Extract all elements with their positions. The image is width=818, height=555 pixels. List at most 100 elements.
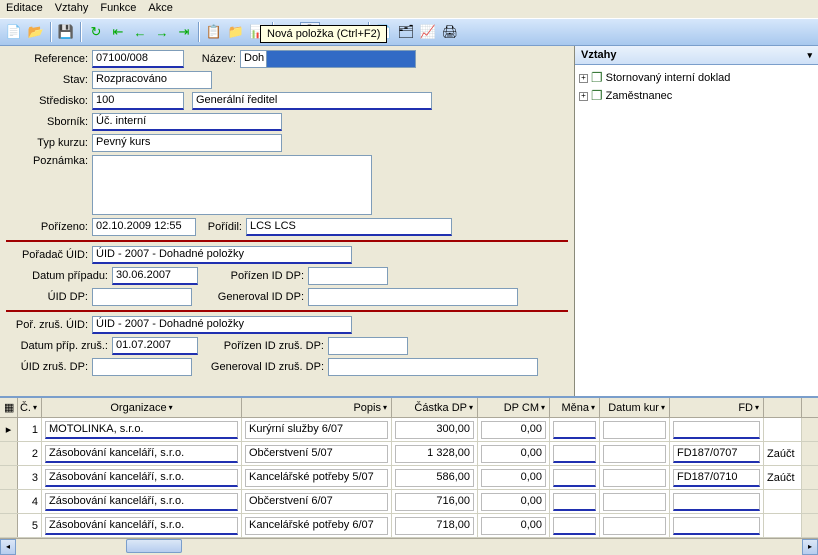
cell-castka[interactable]: 1 328,00 — [392, 442, 478, 465]
cell-castka[interactable]: 300,00 — [392, 418, 478, 441]
col-dpcm[interactable]: DP CM▾ — [478, 398, 550, 417]
cell-datk[interactable] — [600, 490, 670, 513]
cell-mena[interactable] — [550, 466, 600, 489]
cell-popis[interactable]: Kancelářské potřeby 6/07 — [242, 514, 392, 537]
cell-datk[interactable] — [600, 466, 670, 489]
grid-corner[interactable]: ▦ — [0, 398, 18, 417]
stredisko-input[interactable]: 100 — [92, 92, 184, 110]
cell-popis[interactable]: Kancelářské potřeby 5/07 — [242, 466, 392, 489]
refresh-icon[interactable]: ↻ — [86, 22, 106, 42]
cell-org[interactable]: Zásobování kanceláří, s.r.o. — [42, 514, 242, 537]
menu-funkce[interactable]: Funkce — [100, 2, 136, 16]
poridil-input[interactable]: LCS LCS — [246, 218, 452, 236]
scroll-left-icon[interactable]: ◂ — [0, 539, 16, 555]
cell-datk[interactable] — [600, 514, 670, 537]
stav-input[interactable]: Rozpracováno — [92, 71, 212, 89]
cell-castka[interactable]: 716,00 — [392, 490, 478, 513]
menu-vztahy[interactable]: Vztahy — [55, 2, 89, 16]
cell-dpcm[interactable]: 0,00 — [478, 490, 550, 513]
first-icon[interactable]: ⇤ — [108, 22, 128, 42]
prev-icon[interactable]: ← — [130, 22, 150, 42]
cell-dpcm[interactable]: 0,00 — [478, 466, 550, 489]
gen-input[interactable] — [308, 288, 518, 306]
save-icon[interactable]: 💾 — [56, 22, 76, 42]
cell-dpcm[interactable]: 0,00 — [478, 514, 550, 537]
uidzrus-input[interactable] — [92, 358, 192, 376]
porizeno-input[interactable]: 02.10.2009 12:55 — [92, 218, 196, 236]
table-row[interactable]: 5Zásobování kanceláří, s.r.o.Kancelářské… — [0, 514, 818, 538]
cell-popis[interactable]: Kurýrní služby 6/07 — [242, 418, 392, 441]
chart2-icon[interactable]: 📈 — [418, 22, 438, 42]
cell-mena[interactable] — [550, 490, 600, 513]
datzrus-input[interactable]: 01.07.2007 — [112, 337, 198, 355]
cell-datk[interactable] — [600, 418, 670, 441]
row-handle[interactable] — [0, 466, 18, 489]
sbornik-input[interactable]: Úč. interní — [92, 113, 282, 131]
tree-item-storno[interactable]: + ❐ Stornovaný interní doklad — [579, 69, 814, 87]
table-row[interactable]: 2Zásobování kanceláří, s.r.o.Občerstvení… — [0, 442, 818, 466]
cell-fd[interactable] — [670, 490, 764, 513]
cell-datk[interactable] — [600, 442, 670, 465]
col-popis[interactable]: Popis▾ — [242, 398, 392, 417]
porzrus-input[interactable]: ÚID - 2007 - Dohadné položky — [92, 316, 352, 334]
col-org[interactable]: Organizace▾ — [42, 398, 242, 417]
cell-fd[interactable]: FD187/0707 — [670, 442, 764, 465]
cell-org[interactable]: Zásobování kanceláří, s.r.o. — [42, 442, 242, 465]
relations-header[interactable]: Vztahy ▾ — [575, 46, 818, 65]
next-icon[interactable]: → — [152, 22, 172, 42]
grid-scroll-up[interactable] — [802, 398, 818, 417]
col-castka[interactable]: Částka DP▾ — [392, 398, 478, 417]
menu-editace[interactable]: Editace — [6, 2, 43, 16]
table-row[interactable]: ▸1MOTOLINKA, s.r.o.Kurýrní služby 6/0730… — [0, 418, 818, 442]
genzrus-input[interactable] — [328, 358, 538, 376]
expand-icon[interactable]: + — [579, 92, 588, 101]
table-row[interactable]: 4Zásobování kanceláří, s.r.o.Občerstvení… — [0, 490, 818, 514]
scroll-right-icon[interactable]: ▸ — [802, 539, 818, 555]
row-handle[interactable] — [0, 490, 18, 513]
cell-org[interactable]: MOTOLINKA, s.r.o. — [42, 418, 242, 441]
cell-mena[interactable] — [550, 442, 600, 465]
cell-castka[interactable]: 718,00 — [392, 514, 478, 537]
grid-hscroll[interactable]: ◂ ▸ — [0, 538, 818, 554]
table-row[interactable]: 3Zásobování kanceláří, s.r.o.Kancelářské… — [0, 466, 818, 490]
chevron-down-icon[interactable]: ▾ — [807, 50, 812, 61]
cell-fd[interactable] — [670, 418, 764, 441]
cell-popis[interactable]: Občerstvení 6/07 — [242, 490, 392, 513]
last-icon[interactable]: ⇥ — [174, 22, 194, 42]
scroll-thumb[interactable] — [126, 539, 182, 553]
row-handle[interactable] — [0, 442, 18, 465]
nazev-input-selected[interactable] — [266, 50, 416, 68]
tree-item-zamest[interactable]: + ❐ Zaměstnanec — [579, 87, 814, 105]
folder-icon[interactable]: 📁 — [226, 22, 246, 42]
open-icon[interactable]: 📂 — [26, 22, 46, 42]
row-handle[interactable]: ▸ — [0, 418, 18, 441]
stredisko-text[interactable]: Generální ředitel — [192, 92, 432, 110]
print-icon[interactable]: 🖨 — [440, 22, 460, 42]
folder2-icon[interactable]: 🗂 — [396, 22, 416, 42]
datpr-input[interactable]: 30.06.2007 — [112, 267, 198, 285]
col-num[interactable]: Č.▾ — [18, 398, 42, 417]
expand-icon[interactable]: + — [579, 74, 588, 83]
cell-org[interactable]: Zásobování kanceláří, s.r.o. — [42, 490, 242, 513]
porizrus-input[interactable] — [328, 337, 408, 355]
typkurzu-input[interactable]: Pevný kurs — [92, 134, 282, 152]
cell-org[interactable]: Zásobování kanceláří, s.r.o. — [42, 466, 242, 489]
cell-castka[interactable]: 586,00 — [392, 466, 478, 489]
cell-fd[interactable]: FD187/0710 — [670, 466, 764, 489]
col-fd[interactable]: FD▾ — [670, 398, 764, 417]
menu-akce[interactable]: Akce — [148, 2, 172, 16]
porizen-input[interactable] — [308, 267, 388, 285]
cell-fd[interactable] — [670, 514, 764, 537]
cell-dpcm[interactable]: 0,00 — [478, 418, 550, 441]
paste-icon[interactable]: 📋 — [204, 22, 224, 42]
new-icon[interactable]: 📄 — [4, 22, 24, 42]
cell-mena[interactable] — [550, 418, 600, 441]
reference-input[interactable]: 07100/008 — [92, 50, 184, 68]
col-mena[interactable]: Měna▾ — [550, 398, 600, 417]
cell-popis[interactable]: Občerstvení 5/07 — [242, 442, 392, 465]
cell-dpcm[interactable]: 0,00 — [478, 442, 550, 465]
col-datk[interactable]: Datum kur▾ — [600, 398, 670, 417]
poradac-input[interactable]: ÚID - 2007 - Dohadné položky — [92, 246, 352, 264]
cell-mena[interactable] — [550, 514, 600, 537]
row-handle[interactable] — [0, 514, 18, 537]
